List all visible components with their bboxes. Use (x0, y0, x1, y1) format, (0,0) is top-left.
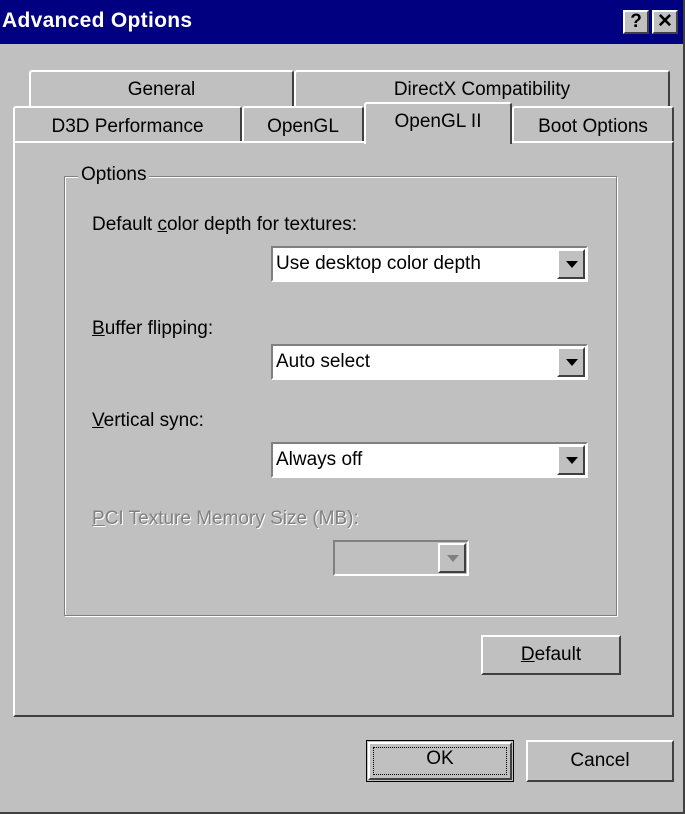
window-title: Advanced Options (2, 9, 193, 32)
tab-opengl-ii[interactable]: OpenGL II (364, 102, 512, 144)
buffer-flipping-value: Auto select (276, 351, 370, 372)
cancel-button[interactable]: Cancel (526, 740, 674, 782)
ok-button[interactable]: OK (366, 740, 514, 782)
tab-d3d-performance[interactable]: D3D Performance (13, 106, 242, 143)
title-bar[interactable]: Advanced Options ? ✕ (0, 0, 683, 44)
buffer-flipping-label: Buffer flipping: (92, 318, 214, 339)
tab-directx-compatibility[interactable]: DirectX Compatibility (294, 70, 670, 106)
close-icon: ✕ (657, 11, 673, 32)
close-button[interactable]: ✕ (652, 10, 678, 34)
tab-general[interactable]: General (29, 70, 294, 106)
vertical-sync-label: Vertical sync: (92, 410, 204, 431)
buffer-flipping-select[interactable]: Auto select (271, 344, 588, 380)
color-depth-value: Use desktop color depth (276, 253, 481, 274)
pci-memory-select (333, 540, 469, 576)
chevron-down-icon (438, 543, 466, 573)
default-button[interactable]: Default (481, 635, 621, 675)
tab-boot-options[interactable]: Boot Options (512, 106, 674, 143)
color-depth-label: Default color depth for textures: (92, 214, 358, 235)
chevron-down-icon[interactable] (557, 445, 585, 475)
advanced-options-dialog: Advanced Options ? ✕ General DirectX Com… (0, 0, 685, 814)
vertical-sync-value: Always off (276, 449, 363, 470)
chevron-down-icon[interactable] (557, 249, 585, 279)
pci-memory-label: PCI Texture Memory Size (MB): (92, 508, 359, 529)
color-depth-select[interactable]: Use desktop color depth (271, 246, 588, 282)
vertical-sync-select[interactable]: Always off (271, 442, 588, 478)
options-group-label: Options (78, 164, 150, 186)
help-button[interactable]: ? (623, 10, 649, 34)
chevron-down-icon[interactable] (557, 347, 585, 377)
tab-opengl[interactable]: OpenGL (242, 106, 364, 143)
